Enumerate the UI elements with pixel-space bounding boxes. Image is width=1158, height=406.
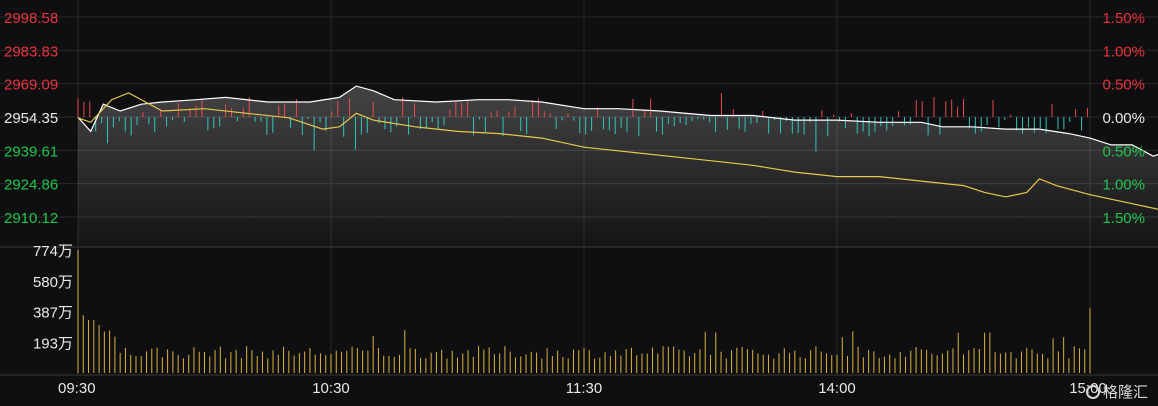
time-axis-label: 10:30 (312, 380, 350, 397)
price-axis-label: 2939.61 (4, 143, 58, 160)
percent-axis-label: 1.00% (1102, 177, 1145, 194)
time-axis-labels: 09:30 10:30 11:30 14:00 15:00 (58, 380, 1107, 397)
time-axis-label: 14:00 (818, 380, 856, 397)
watermark: 格隆汇 (1085, 381, 1148, 402)
percent-axis-label: 1.50% (1102, 210, 1145, 227)
volume-axis-label: 774万 (33, 243, 73, 260)
price-axis-label: 2924.86 (4, 177, 58, 194)
time-axis-label: 09:30 (58, 380, 96, 397)
percent-axis-label: 0.50% (1102, 77, 1145, 94)
volume-axis-label: 580万 (33, 274, 73, 291)
price-axis-label: 2954.35 (4, 110, 58, 127)
percent-axis-label: 1.50% (1102, 10, 1145, 27)
volume-axis-label: 193万 (33, 335, 73, 352)
price-axis-label: 2969.09 (4, 77, 58, 94)
g-logo-icon (1085, 385, 1100, 399)
intraday-chart: 2998.58 2983.83 2969.09 2954.35 2939.61 2924.… (0, 0, 1158, 397)
volume-axis-label: 387万 (33, 305, 73, 322)
time-axis-label: 11:30 (566, 380, 602, 397)
volume-axis-labels: 774万 580万 387万 193万 (33, 243, 73, 352)
price-axis-labels: 2998.58 2983.83 2969.09 2954.35 2939.61 2924.… (4, 10, 58, 227)
price-axis-label: 2983.83 (4, 43, 58, 60)
percent-axis-label: 0.50% (1102, 143, 1145, 160)
percent-axis-label: 1.00% (1102, 43, 1145, 60)
watermark-text: 格隆汇 (1102, 383, 1148, 401)
percent-axis-label: 0.00% (1102, 110, 1145, 127)
price-area-fill (78, 86, 1158, 247)
price-axis-label: 2910.12 (4, 210, 58, 227)
price-axis-label: 2998.58 (4, 10, 58, 27)
